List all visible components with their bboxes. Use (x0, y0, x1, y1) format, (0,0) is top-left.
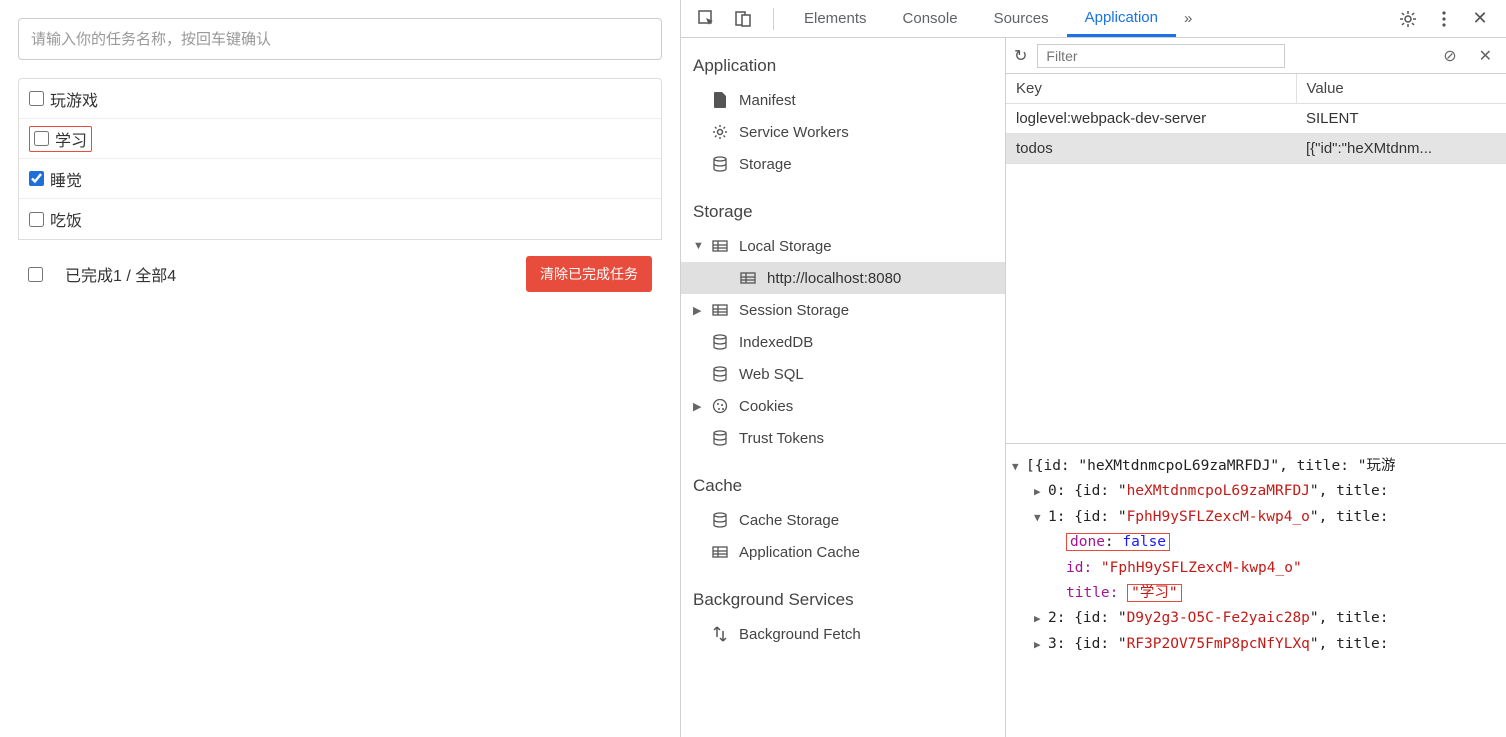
clear-completed-button[interactable]: 清除已完成任务 (526, 256, 652, 292)
sidebar-section-application: Application (681, 52, 1005, 84)
sidebar-item-label: Background Fetch (739, 626, 861, 643)
select-all-checkbox[interactable] (28, 267, 43, 282)
sidebar-item-label: Storage (739, 156, 792, 173)
sidebar-section-cache: Cache (681, 472, 1005, 504)
gear-icon (711, 124, 729, 140)
tab-elements[interactable]: Elements (786, 0, 885, 37)
cell-value: [{"id":"heXMtdnm... (1296, 134, 1506, 164)
ban-icon[interactable]: ⊘ (1443, 46, 1456, 66)
kebab-menu-icon[interactable] (1432, 7, 1456, 31)
close-icon[interactable]: ✕ (1468, 7, 1492, 31)
sidebar-item-local-storage[interactable]: ▼ Local Storage (681, 230, 1005, 262)
updown-icon (711, 626, 729, 642)
filter-input[interactable] (1037, 44, 1285, 68)
devtools-tabs: Elements Console Sources Application » ✕ (681, 0, 1506, 38)
inspect-element-icon[interactable] (695, 7, 719, 31)
todo-checkbox[interactable] (29, 91, 44, 106)
sidebar-item-label: IndexedDB (739, 334, 813, 351)
database-icon (711, 512, 729, 528)
todo-app: 玩游戏 学习 睡觉 吃饭 已完成1 / 全部4 清除已完成任务 (0, 0, 680, 737)
todo-label: 玩游戏 (50, 87, 98, 111)
sidebar-item-cookies[interactable]: ▶ Cookies (681, 390, 1005, 422)
task-name-input[interactable] (18, 18, 662, 60)
file-icon (711, 92, 729, 108)
cell-value: SILENT (1296, 104, 1506, 134)
table-icon (711, 240, 729, 252)
cell-key: loglevel:webpack-dev-server (1006, 104, 1296, 134)
filter-bar: ↻ ⊘ ✕ (1006, 38, 1506, 74)
table-icon (739, 272, 757, 284)
sidebar-item-local-storage-origin[interactable]: http://localhost:8080 (681, 262, 1005, 294)
value-preview[interactable]: ▼[{id: "heXMtdnmcpoL69zaMRFDJ", title: "… (1006, 444, 1506, 737)
header-value[interactable]: Value (1296, 74, 1506, 104)
sidebar-item-label: Trust Tokens (739, 430, 824, 447)
todo-row: 玩游戏 (19, 79, 661, 119)
sidebar-item-label: Cookies (739, 398, 793, 415)
sidebar-item-storage-overview[interactable]: Storage (681, 148, 1005, 180)
sidebar-item-background-fetch[interactable]: Background Fetch (681, 618, 1005, 650)
tab-more[interactable]: » (1176, 0, 1200, 37)
sidebar-item-label: Application Cache (739, 544, 860, 561)
sidebar-item-label: Web SQL (739, 366, 804, 383)
devtools-panel: Elements Console Sources Application » ✕… (680, 0, 1506, 737)
sidebar-item-manifest[interactable]: Manifest (681, 84, 1005, 116)
cookie-icon (711, 398, 729, 414)
todo-list: 玩游戏 学习 睡觉 吃饭 (18, 78, 662, 240)
database-icon (711, 334, 729, 350)
todo-checkbox[interactable] (29, 171, 44, 186)
table-icon (711, 546, 729, 558)
storage-content: ↻ ⊘ ✕ Key Value l (1006, 38, 1506, 737)
tab-sources[interactable]: Sources (976, 0, 1067, 37)
tab-application[interactable]: Application (1067, 0, 1176, 37)
device-toggle-icon[interactable] (731, 7, 755, 31)
table-icon (711, 304, 729, 316)
chevron-down-icon: ▼ (693, 240, 705, 252)
todo-row: 吃饭 (19, 199, 661, 239)
todo-label: 睡觉 (50, 167, 82, 191)
sidebar-section-bgservices: Background Services (681, 586, 1005, 618)
sidebar-item-websql[interactable]: Web SQL (681, 358, 1005, 390)
sidebar-item-service-workers[interactable]: Service Workers (681, 116, 1005, 148)
divider (773, 8, 774, 30)
completion-status: 已完成1 / 全部4 (65, 262, 526, 286)
close-icon[interactable]: ✕ (1479, 46, 1492, 66)
database-icon (711, 366, 729, 382)
sidebar-item-label: Manifest (739, 92, 796, 109)
tab-console[interactable]: Console (885, 0, 976, 37)
todo-checkbox[interactable] (29, 212, 44, 227)
table-row[interactable]: loglevel:webpack-dev-server SILENT (1006, 104, 1506, 134)
todo-label: 吃饭 (50, 207, 82, 231)
sidebar-item-trust-tokens[interactable]: Trust Tokens (681, 422, 1005, 454)
storage-table: Key Value loglevel:webpack-dev-server SI… (1006, 74, 1506, 164)
chevron-right-icon: ▶ (693, 400, 705, 413)
database-icon (711, 430, 729, 446)
sidebar-item-label: http://localhost:8080 (767, 270, 901, 287)
table-row[interactable]: todos [{"id":"heXMtdnm... (1006, 134, 1506, 164)
header-key[interactable]: Key (1006, 74, 1296, 104)
database-icon (711, 156, 729, 172)
sidebar-item-label: Session Storage (739, 302, 849, 319)
todo-row: 睡觉 (19, 159, 661, 199)
sidebar-section-storage: Storage (681, 198, 1005, 230)
sidebar-item-label: Local Storage (739, 238, 832, 255)
chevron-right-icon: ▶ (693, 304, 705, 317)
sidebar-item-indexeddb[interactable]: IndexedDB (681, 326, 1005, 358)
sidebar-item-label: Service Workers (739, 124, 849, 141)
cell-key: todos (1006, 134, 1296, 164)
sidebar-item-application-cache[interactable]: Application Cache (681, 536, 1005, 568)
sidebar-item-cache-storage[interactable]: Cache Storage (681, 504, 1005, 536)
gear-icon[interactable] (1396, 7, 1420, 31)
reload-icon[interactable]: ↻ (1014, 46, 1027, 66)
sidebar-item-label: Cache Storage (739, 512, 839, 529)
todo-row: 学习 (19, 119, 661, 159)
todo-footer: 已完成1 / 全部4 清除已完成任务 (18, 240, 662, 302)
application-sidebar[interactable]: Application Manifest Service Workers Sto… (681, 38, 1006, 737)
todo-checkbox[interactable] (34, 131, 49, 146)
val-line: [{id: "heXMtdnmcpoL69zaMRFDJ", title: "玩… (1026, 458, 1395, 474)
todo-label: 学习 (55, 127, 87, 151)
sidebar-item-session-storage[interactable]: ▶ Session Storage (681, 294, 1005, 326)
